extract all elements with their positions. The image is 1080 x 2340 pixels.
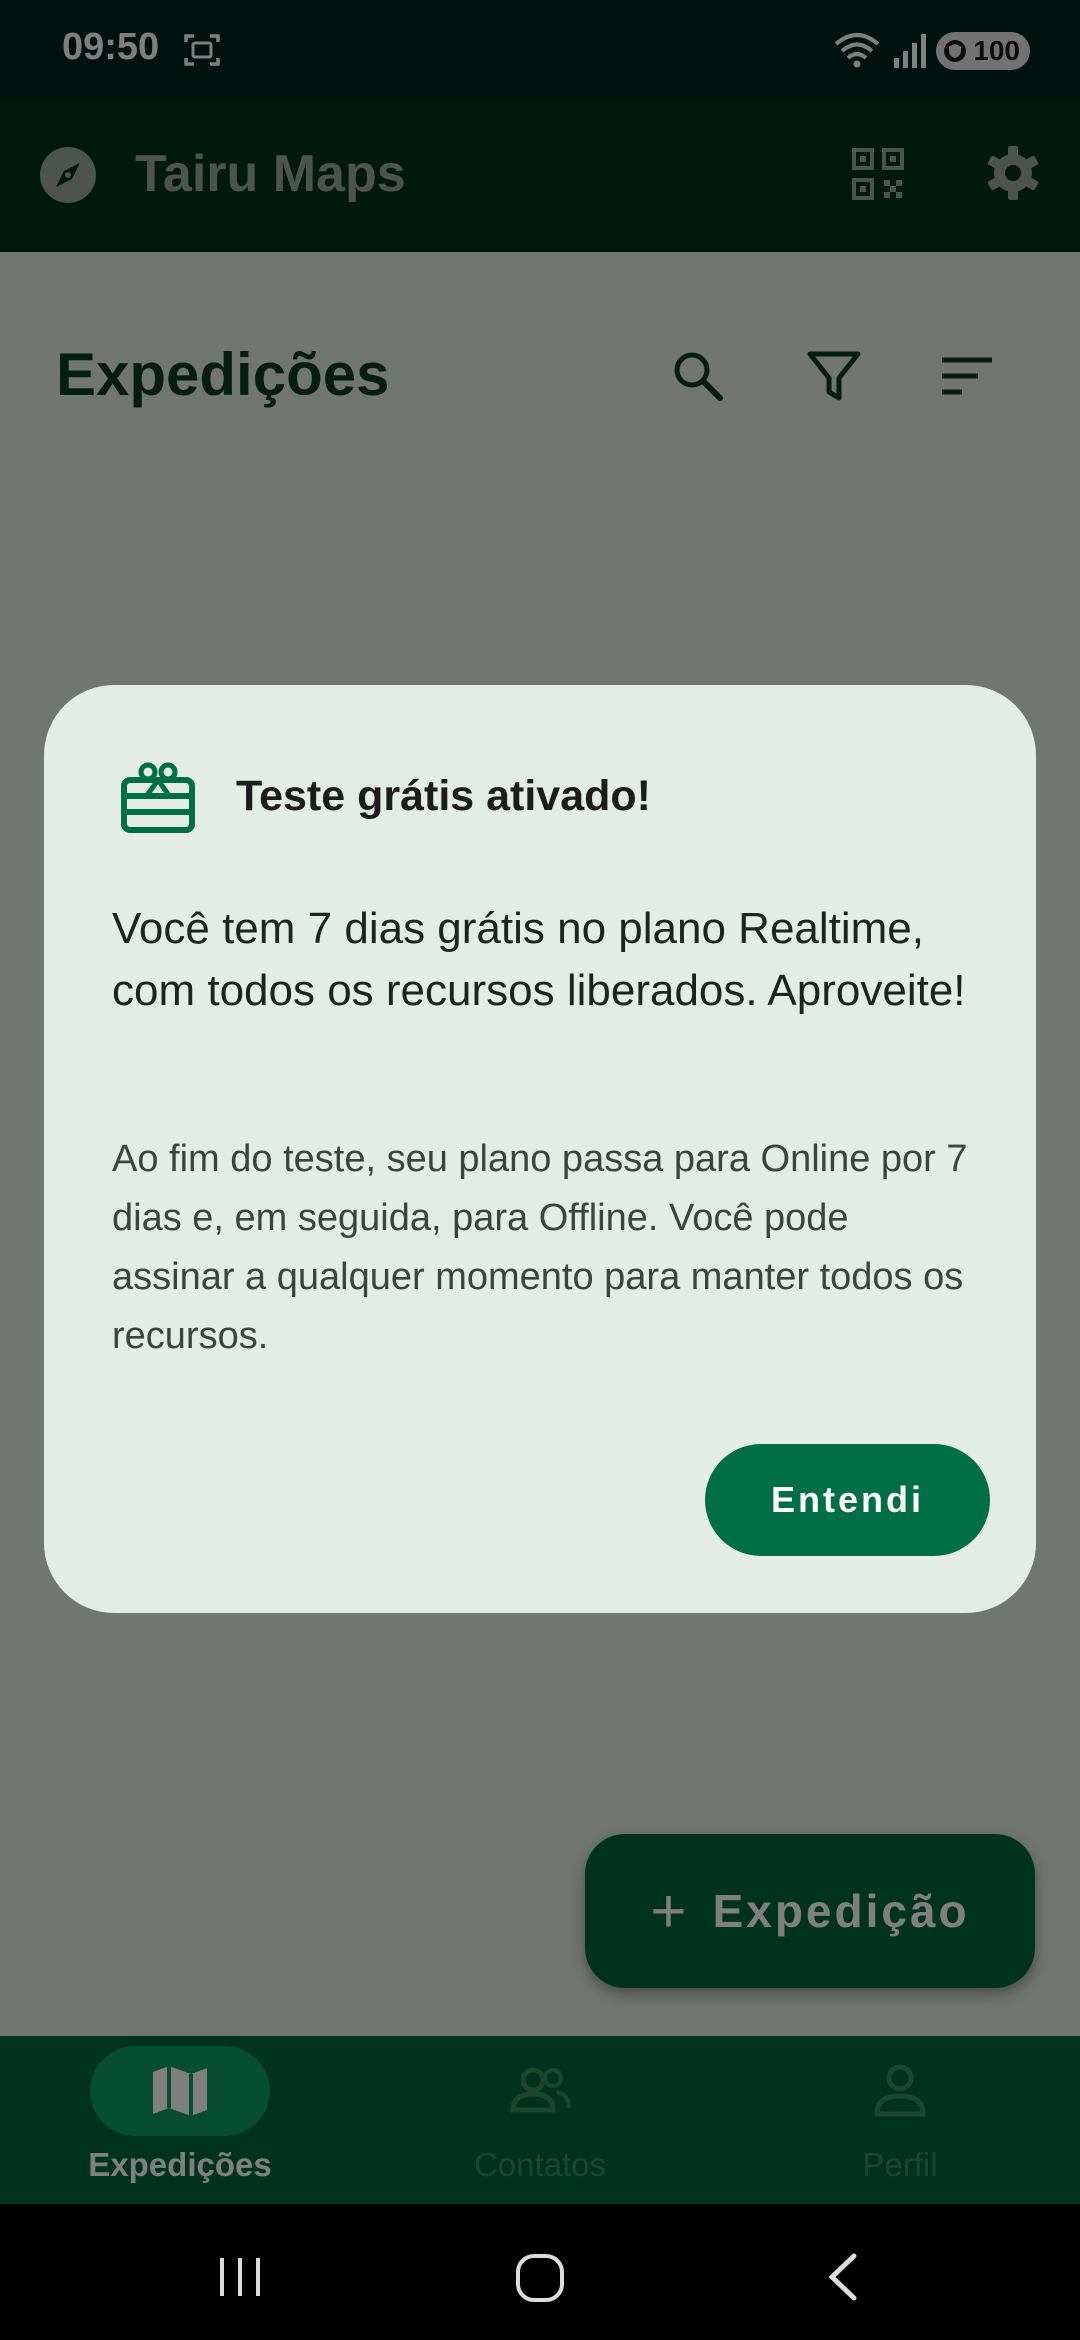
gift-icon [121, 762, 195, 833]
home-button[interactable] [514, 2252, 566, 2304]
dialog-note: Ao fim do teste, seu plano passa para On… [112, 1138, 968, 1357]
dialog-title: Teste grátis ativado! [236, 772, 651, 820]
dialog-message: Você tem 7 dias grátis no plano Realtime… [112, 904, 966, 1015]
confirm-button[interactable]: Entendi [705, 1444, 990, 1556]
recents-button[interactable] [210, 2252, 270, 2302]
back-button[interactable] [820, 2252, 870, 2302]
